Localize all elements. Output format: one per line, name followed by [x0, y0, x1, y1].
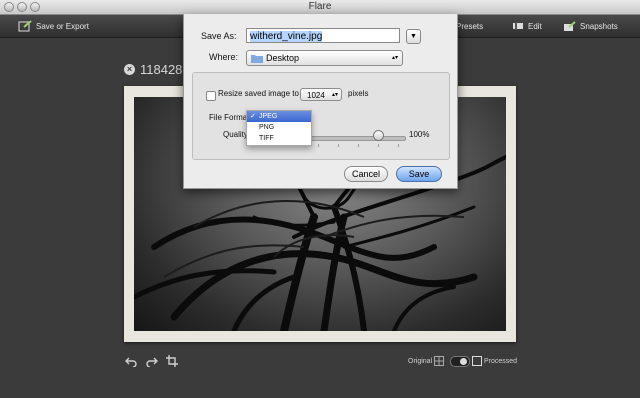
filename-value: witherd_vine.jpg: [250, 31, 323, 42]
folder-icon: [251, 54, 263, 63]
crop-icon[interactable]: [166, 355, 178, 367]
slider-tick: [338, 144, 339, 147]
chevron-down-icon: ▼: [410, 33, 417, 40]
format-option-label: JPEG: [259, 113, 278, 120]
resize-checkbox[interactable]: [206, 91, 216, 101]
original-label: Original: [408, 358, 433, 365]
slider-tick: [398, 144, 399, 147]
presets-label: Presets: [456, 21, 484, 31]
edit-label: Edit: [528, 21, 542, 31]
options-panel: Resize saved image to 1024 ▴▾ pixels Fil…: [192, 72, 450, 160]
resize-size-select[interactable]: 1024 ▴▾: [300, 88, 342, 101]
processed-label: Processed: [484, 358, 518, 365]
where-value: Desktop: [266, 53, 300, 63]
redo-icon[interactable]: [146, 355, 158, 367]
save-button[interactable]: Save: [396, 166, 442, 182]
quality-slider-track[interactable]: [309, 136, 406, 141]
resize-label: Resize saved image to: [218, 89, 299, 98]
format-option-label: TIFF: [259, 135, 274, 142]
quality-label: Quality: [223, 130, 248, 139]
resize-unit-label: pixels: [348, 89, 369, 98]
snapshots-button[interactable]: Snapshots: [563, 18, 618, 34]
checkmark-icon: ✓: [250, 113, 256, 120]
save-export-label: Save or Export: [36, 21, 89, 31]
close-file-icon[interactable]: ×: [124, 64, 135, 75]
where-label: Where:: [209, 52, 239, 62]
edit-icon: [513, 22, 523, 30]
cancel-button[interactable]: Cancel: [344, 166, 388, 182]
updown-arrows-icon: ▴▾: [391, 55, 398, 61]
processed-view-icon[interactable]: [472, 356, 482, 366]
original-processed-toggle[interactable]: [450, 356, 470, 367]
save-as-label: Save As:: [201, 31, 237, 41]
presets-button[interactable]: Presets: [456, 18, 483, 34]
save-dialog: Save As: witherd_vine.jpg ▼ Where: Deskt…: [183, 14, 458, 189]
save-export-button[interactable]: Save or Export: [18, 18, 89, 34]
expand-dialog-button[interactable]: ▼: [406, 29, 421, 44]
updown-arrows-icon: ▴▾: [331, 92, 338, 98]
format-option-label: PNG: [259, 124, 275, 131]
file-format-label: File Format: [209, 113, 250, 122]
slider-tick: [318, 144, 319, 147]
file-format-menu: ✓ JPEG PNG TIFF: [246, 110, 312, 146]
save-export-icon: [18, 20, 32, 32]
slider-tick: [358, 144, 359, 147]
edit-button[interactable]: Edit: [512, 18, 542, 34]
filename-input[interactable]: witherd_vine.jpg: [246, 28, 400, 43]
window-title: Flare: [308, 1, 332, 12]
original-view-icon[interactable]: [434, 356, 444, 366]
snapshots-icon: [564, 20, 576, 31]
format-option-tiff[interactable]: TIFF: [247, 133, 311, 144]
quality-value: 100%: [409, 130, 430, 139]
format-option-jpeg[interactable]: ✓ JPEG: [247, 111, 311, 122]
slider-tick: [378, 144, 379, 147]
where-select[interactable]: Desktop ▴▾: [246, 50, 403, 66]
undo-icon[interactable]: [125, 355, 137, 367]
quality-slider-thumb[interactable]: [372, 130, 384, 141]
snapshots-label: Snapshots: [580, 21, 618, 31]
file-info: × 118428: [124, 62, 182, 77]
file-info-text: 118428: [140, 62, 183, 77]
resize-value: 1024: [307, 91, 325, 100]
format-option-png[interactable]: PNG: [247, 122, 311, 133]
title-bar: Flare: [0, 0, 640, 15]
